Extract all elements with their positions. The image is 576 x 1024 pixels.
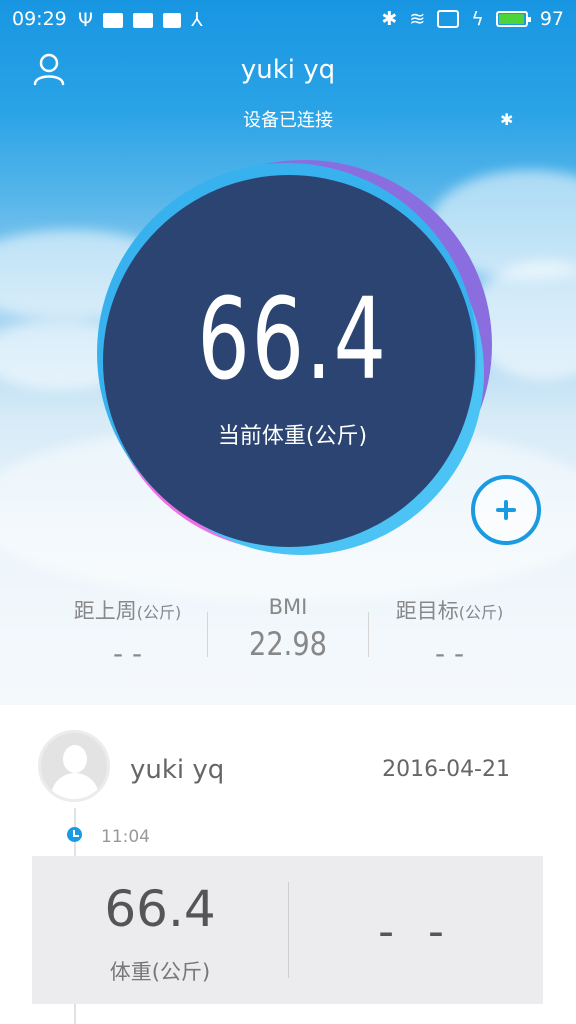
avatar <box>38 730 110 802</box>
mail-icon <box>132 12 153 28</box>
stat-last-week: 距上周(公斤) - - <box>50 595 205 670</box>
header-title: yuki yq <box>240 55 336 85</box>
sim-icon <box>437 10 460 28</box>
stat-divider <box>368 612 369 657</box>
battery-level: 97 <box>539 8 564 30</box>
usb-icon: Ψ <box>78 9 93 31</box>
connection-status: 设备已连接 <box>243 110 333 131</box>
status-time: 09:29 <box>12 8 67 30</box>
record-time: 11:04 <box>101 827 150 847</box>
stat-bmi-value: 22.98 <box>249 625 327 663</box>
bluetooth-icon: ✱ <box>381 8 398 30</box>
stats-row: 距上周(公斤) - - BMI 22.98 距目标(公斤) - - <box>0 595 576 675</box>
battery-icon <box>495 11 531 27</box>
stat-divider <box>207 612 208 657</box>
stat-bmi-label: BMI <box>268 595 308 619</box>
share-icon: ⅄ <box>190 9 203 31</box>
stat-target-value: - - <box>434 637 465 670</box>
stat-last-week-value: - - <box>112 637 143 670</box>
top-area: 09:29 Ψ ⅄ ✱ ≋ ϟ 97 yuki yq 设备已连接 ✱ 66.4 … <box>0 0 576 705</box>
stat-target-unit: (公斤) <box>458 603 504 622</box>
stat-bmi: BMI 22.98 <box>212 595 364 663</box>
status-bar: 09:29 Ψ ⅄ ✱ ≋ ϟ 97 <box>0 0 576 40</box>
current-weight-label: 当前体重(公斤) <box>217 424 368 449</box>
stat-last-week-label: 距上周 <box>73 599 137 623</box>
bluetooth-connected-icon: ✱ <box>500 110 514 129</box>
news-icon <box>102 12 123 28</box>
add-button[interactable] <box>471 475 541 545</box>
record-weight-label: 体重(公斤) <box>109 960 211 984</box>
record-user-name: yuki yq <box>130 755 225 785</box>
wifi-icon: ≋ <box>409 8 426 30</box>
record-weight-value: 66.4 <box>104 880 216 938</box>
current-weight-value: 66.4 <box>197 275 388 405</box>
weight-circle: 66.4 当前体重(公斤) <box>95 160 492 555</box>
record-secondary-value: - - <box>378 906 454 957</box>
record-card[interactable]: 66.4 体重(公斤) - - <box>32 856 543 1004</box>
stat-target-label: 距目标 <box>395 599 459 623</box>
shirt-icon <box>162 12 181 28</box>
battery-fill <box>498 14 525 24</box>
clock-icon <box>67 827 82 842</box>
charging-icon: ϟ <box>471 8 484 30</box>
record-date: 2016-04-21 <box>382 757 510 782</box>
stat-target: 距目标(公斤) - - <box>372 595 527 670</box>
history-record[interactable]: yuki yq 2016-04-21 11:04 66.4 体重(公斤) - - <box>0 705 576 1024</box>
stat-last-week-unit: (公斤) <box>136 603 182 622</box>
